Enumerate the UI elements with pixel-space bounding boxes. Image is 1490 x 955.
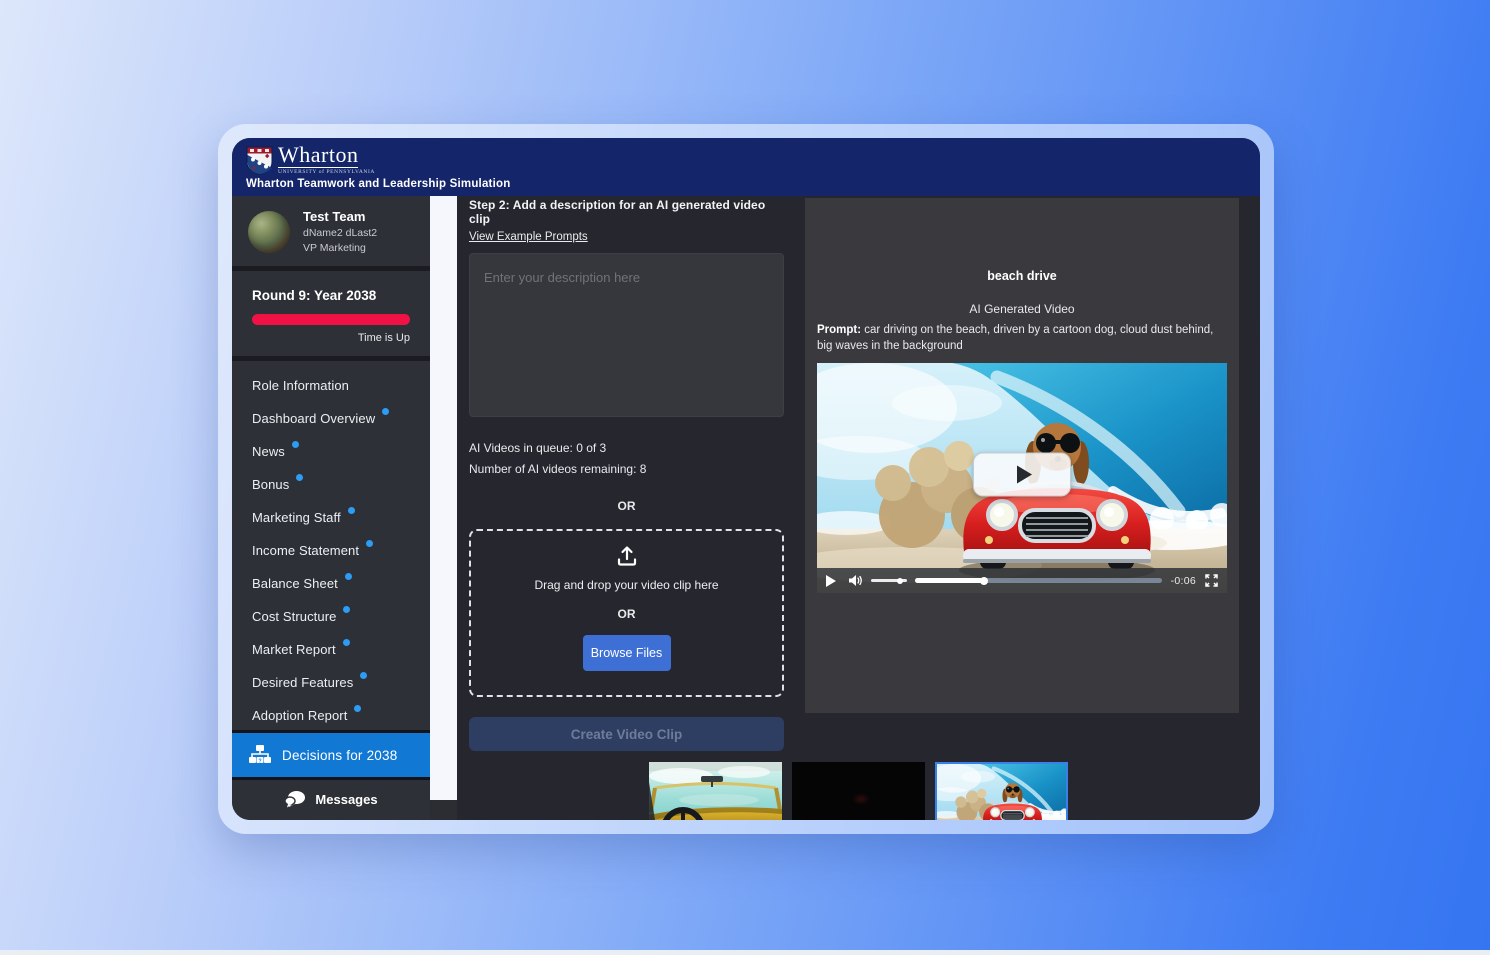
video-form: Step 2: Add a description for an AI gene… (469, 198, 784, 751)
notification-dot (348, 507, 355, 514)
seek-progress (915, 578, 984, 583)
sidebar-item-role-information[interactable]: Role Information (232, 370, 430, 400)
video-controls: -0:06 (817, 568, 1227, 593)
sidebar-item-decisions[interactable]: ? Decisions for 2038 (232, 733, 430, 777)
sidebar-item-cost-structure[interactable]: Cost Structure (232, 598, 430, 631)
sidebar-item-income-statement[interactable]: Income Statement (232, 532, 430, 565)
round-section: Round 9: Year 2038 Time is Up (232, 271, 430, 361)
wharton-logo: Wharton UNIVERSITY of PENNSYLVANIA (246, 145, 1260, 175)
notification-dot (343, 639, 350, 646)
or-separator-2: OR (618, 607, 636, 621)
video-thumbnails (457, 762, 1260, 820)
volume-icon[interactable] (848, 574, 863, 587)
play-button[interactable] (826, 575, 836, 587)
notification-dot (366, 540, 373, 547)
messages-icon (284, 790, 306, 808)
notification-dot (292, 441, 299, 448)
sidebar-menu: Role Information Dashboard Overview News… (232, 361, 430, 730)
notification-dot (296, 474, 303, 481)
sidebar-item-news[interactable]: News (232, 433, 430, 466)
dropzone-text: Drag and drop your video clip here (534, 578, 718, 592)
notification-dot (343, 606, 350, 613)
view-example-prompts-link[interactable]: View Example Prompts (469, 231, 588, 243)
scrollbar-track[interactable] (430, 196, 457, 800)
notification-dot (354, 705, 361, 712)
round-timer: Time is Up (252, 332, 410, 344)
team-info: Test Team dName2 dLast2 VP Marketing (232, 196, 430, 271)
video-prompt: Prompt: car driving on the beach, driven… (817, 323, 1227, 354)
sidebar-item-marketing-staff[interactable]: Marketing Staff (232, 499, 430, 532)
seek-bar[interactable] (915, 578, 1162, 583)
upload-icon (615, 544, 639, 568)
app-window: Wharton UNIVERSITY of PENNSYLVANIA Whart… (232, 138, 1260, 820)
time-remaining: -0:06 (1171, 575, 1196, 587)
team-avatar (248, 211, 290, 253)
org-chart-icon: ? (248, 743, 272, 767)
round-label: Round 9: Year 2038 (252, 288, 410, 303)
svg-text:?: ? (258, 758, 261, 764)
sidebar-item-desired-features[interactable]: Desired Features (232, 664, 430, 697)
main-content: Step 2: Add a description for an AI gene… (457, 196, 1260, 820)
volume-slider[interactable] (871, 579, 907, 582)
notification-dot (345, 573, 352, 580)
video-player[interactable]: -0:06 (817, 363, 1227, 593)
app-header: Wharton UNIVERSITY of PENNSYLVANIA Whart… (232, 138, 1260, 196)
file-dropzone[interactable]: Drag and drop your video clip here OR Br… (469, 529, 784, 697)
or-separator: OR (469, 499, 784, 513)
sidebar-item-dashboard-overview[interactable]: Dashboard Overview (232, 400, 430, 433)
wharton-shield-icon (246, 146, 273, 175)
round-progress-bar (252, 314, 410, 325)
team-name: Test Team (303, 209, 377, 224)
sidebar-item-adoption-report[interactable]: Adoption Report (232, 697, 430, 730)
sidebar: Test Team dName2 dLast2 VP Marketing Rou… (232, 196, 430, 820)
round-progress-track (252, 314, 410, 325)
play-icon (1017, 466, 1032, 484)
thumbnail-beach-drive[interactable] (935, 762, 1068, 820)
step-label: Step 2: Add a description for an AI gene… (469, 198, 784, 226)
app-title: Wharton Teamwork and Leadership Simulati… (246, 178, 1260, 190)
video-title: beach drive (805, 269, 1239, 283)
seek-knob[interactable] (980, 577, 988, 585)
page-bottom-strip (0, 950, 1490, 955)
thumbnail-car-interior[interactable] (649, 762, 782, 820)
thumbnail-black-frame[interactable] (792, 762, 925, 820)
play-overlay-button[interactable] (973, 453, 1071, 497)
sidebar-item-messages[interactable]: Messages (232, 780, 430, 820)
browse-files-button[interactable]: Browse Files (583, 635, 671, 671)
sidebar-item-market-report[interactable]: Market Report (232, 631, 430, 664)
description-input[interactable] (469, 253, 784, 417)
remaining-status: Number of AI videos remaining: 8 (469, 462, 784, 476)
video-subtitle: AI Generated Video (805, 302, 1239, 316)
notification-dot (382, 408, 389, 415)
volume-knob[interactable] (897, 578, 903, 584)
team-member: dName2 dLast2 (303, 227, 377, 239)
decisions-label: Decisions for 2038 (282, 748, 397, 763)
create-video-clip-button[interactable]: Create Video Clip (469, 717, 784, 751)
sidebar-item-balance-sheet[interactable]: Balance Sheet (232, 565, 430, 598)
sidebar-item-bonus[interactable]: Bonus (232, 466, 430, 499)
wharton-university-line: UNIVERSITY of PENNSYLVANIA (278, 169, 375, 175)
fullscreen-icon[interactable] (1205, 574, 1218, 587)
video-preview-panel: beach drive AI Generated Video Prompt: c… (805, 198, 1239, 713)
notification-dot (360, 672, 367, 679)
team-role: VP Marketing (303, 242, 377, 254)
wharton-brand: Wharton (278, 145, 358, 168)
app-window-frame: Wharton UNIVERSITY of PENNSYLVANIA Whart… (218, 124, 1274, 834)
scroll-gutter (430, 196, 457, 820)
messages-label: Messages (315, 792, 377, 807)
queue-status: AI Videos in queue: 0 of 3 (469, 441, 784, 455)
